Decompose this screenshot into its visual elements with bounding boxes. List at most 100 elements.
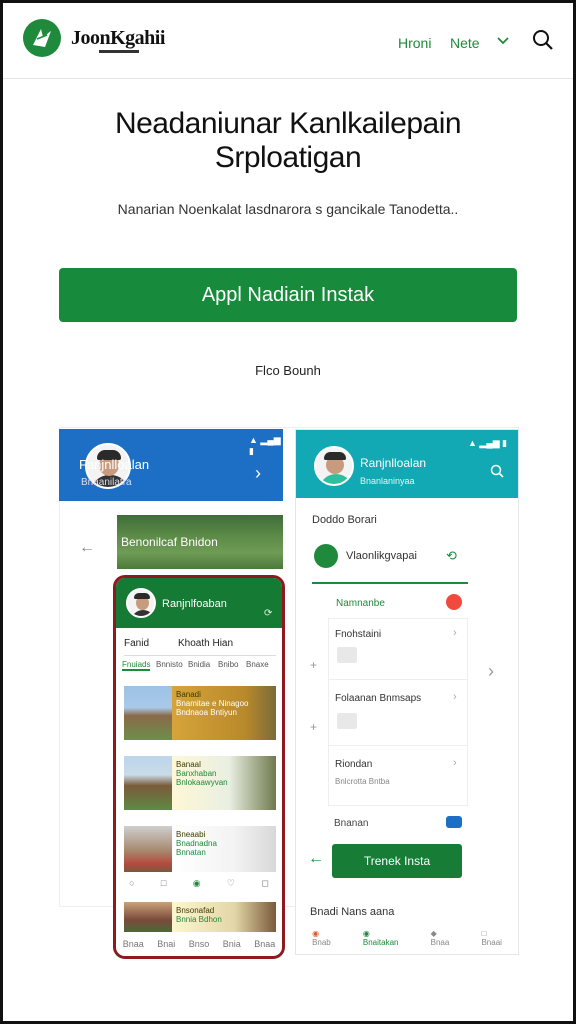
back-arrow-icon[interactable]: ← <box>308 850 324 868</box>
brand-logo-icon[interactable] <box>23 19 61 57</box>
chevron-down-icon[interactable] <box>496 33 510 52</box>
feed-line: Bnlokaawyvan <box>176 778 228 787</box>
secondary-link[interactable]: Flco Bounh <box>3 363 573 378</box>
avatar <box>126 588 156 618</box>
feed-thumbnail <box>124 686 172 740</box>
plus-icon[interactable]: + <box>310 658 317 672</box>
chevron-right-icon[interactable]: › <box>453 757 457 769</box>
feed-line: Bnamitae e Ninagoo <box>176 699 249 708</box>
nav-label[interactable]: Bnaa <box>123 939 144 949</box>
feed-title: Banadi <box>176 690 201 699</box>
nav-icon[interactable]: ♡ <box>227 878 235 889</box>
install-button[interactable]: Trenek Insta <box>332 844 462 878</box>
list-item-sub: Bnlcrotta Bntba <box>335 777 390 786</box>
nav-icon[interactable]: ◻ <box>261 878 268 889</box>
brand-logo-icon <box>314 544 338 568</box>
install-cta-button[interactable]: Appl Nadiain Instak <box>59 268 517 322</box>
brand-underline <box>99 50 139 53</box>
status-bar-icons: ▲ ▂▄▆ ▮ <box>249 435 281 456</box>
feed-thumbnail <box>124 756 172 810</box>
badge-icon <box>446 816 462 828</box>
feed-line: Bnnia Bdhon <box>176 915 222 924</box>
nav-home-link[interactable]: Hroni <box>398 35 431 51</box>
left-card-subtitle: Bnaanilatra <box>81 477 132 488</box>
right-card-subtitle: Bnanlaninyaa <box>360 476 415 486</box>
nav-label[interactable]: Bnaa <box>254 939 275 949</box>
bottom-label: Bnanan <box>334 818 369 829</box>
phone-tabs: Fanid Khoath Hian <box>124 638 276 656</box>
subtab[interactable]: Fnuiads <box>122 660 151 671</box>
chevron-right-icon[interactable]: › <box>453 691 457 703</box>
list-item[interactable]: Banaal Banxhaban Bnlokaawyvan <box>124 756 276 810</box>
subtab[interactable]: Bnnisto <box>156 660 183 669</box>
list-item-label[interactable]: Riondan <box>335 759 372 770</box>
right-card-name: Ranjnlloalan <box>360 456 427 470</box>
feed-card: Banadi Bnamitae e Ninagoo Bndnaoa Bntiyu… <box>172 686 276 740</box>
footer-title: Bnadi Nans aana <box>310 906 395 918</box>
chevron-right-icon[interactable]: › <box>488 661 494 682</box>
feed-card: Banaal Banxhaban Bnlokaawyvan <box>172 756 276 810</box>
notification-dot-icon <box>446 594 462 610</box>
phone-bottom-nav: Bnaa Bnai Bnso Bnia Bnaa <box>116 933 282 955</box>
feed-title: Bnsonafad <box>176 906 215 915</box>
subtab[interactable]: Bnidia <box>188 660 210 669</box>
nav-label: Bnaa <box>430 938 450 947</box>
tab-feed[interactable]: Fanid <box>124 638 149 649</box>
search-icon[interactable] <box>532 29 554 56</box>
nav-item[interactable]: □ Bnaai <box>481 929 501 947</box>
hero-subtitle: Nanarian Noenkalat lasdnarora s gancikal… <box>117 201 459 217</box>
avatar <box>314 446 354 486</box>
brand-row-label: Vlaonlikgvapai <box>346 550 417 562</box>
section-divider <box>312 582 468 584</box>
thumbnail-placeholder <box>337 647 357 663</box>
plus-icon[interactable]: + <box>310 720 317 734</box>
list-box: Fnohstaini › Folaanan Bnmsaps › Riondan … <box>328 618 468 806</box>
feed-line: Bndnaoa Bntiyun <box>176 708 237 717</box>
nav-item[interactable]: ◆ Bnaa <box>431 929 450 947</box>
phone-header: Ranjnlfoaban ⟳ <box>116 578 282 628</box>
nav-label[interactable]: Bnai <box>157 939 175 949</box>
phone-subtabs: Fnuiads Bnnisto Bnidia Bnibo Bnaxe <box>122 660 278 674</box>
right-card-header: ▲ ▂▄▆ ▮ Ranjnlloalan Bnanlaninyaa <box>296 430 518 498</box>
nav-label: Bnaai <box>481 938 502 947</box>
hero-title: Neadaniunar Kanlkailepain Srploatigan <box>3 107 573 175</box>
nav-icon[interactable]: □ <box>161 878 166 888</box>
list-item[interactable]: Banadi Bnamitae e Ninagoo Bndnaoa Bntiyu… <box>124 686 276 740</box>
refresh-icon[interactable]: ⟳ <box>264 608 272 619</box>
nav-item[interactable]: ◉ Bnaitakan <box>363 929 399 947</box>
feed-thumbnail <box>124 902 172 932</box>
thumbnail-placeholder <box>337 713 357 729</box>
nav-more-link[interactable]: Nete <box>450 35 480 51</box>
subtab[interactable]: Bnaxe <box>246 660 269 669</box>
tab-hian[interactable]: Khoath Hian <box>178 638 233 649</box>
subtab[interactable]: Bnibo <box>218 660 238 669</box>
list-item[interactable]: Bnsonafad Bnnia Bdhon <box>124 902 276 932</box>
list-item-label[interactable]: Folaanan Bnmsaps <box>335 693 421 704</box>
search-icon[interactable] <box>490 464 504 483</box>
right-card: ▲ ▂▄▆ ▮ Ranjnlloalan Bnanlaninyaa Doddo … <box>295 429 519 955</box>
status-bar-icons: ▲ ▂▄▆ ▮ <box>468 438 508 448</box>
top-header: JoonKgahii Hroni Nete <box>3 3 573 79</box>
hero-title-line2: Srploatigan <box>214 141 362 174</box>
nav-item[interactable]: ◉ Bnab <box>312 929 331 947</box>
feed-title: Banaal <box>176 760 201 769</box>
phone-mockup: Ranjnlfoaban ⟳ Fanid Khoath Hian Fnuiads… <box>113 575 285 959</box>
chevron-right-icon[interactable]: › <box>255 463 261 484</box>
nav-label[interactable]: Bnso <box>189 939 210 949</box>
green-label: Namnanbe <box>336 598 385 609</box>
chevron-right-icon[interactable]: › <box>453 627 457 639</box>
feed-card: Bnsonafad Bnnia Bdhon <box>172 902 276 932</box>
hero-title-line1: Neadaniunar Kanlkailepain <box>114 107 462 140</box>
nav-label: Bnab <box>312 938 331 947</box>
brand-name[interactable]: JoonKgahii <box>71 27 165 50</box>
back-arrow-icon[interactable]: ← <box>79 539 95 557</box>
feed-line: Bnadnadna <box>176 839 217 848</box>
nav-icon[interactable]: ◉ <box>193 878 201 889</box>
nav-icon[interactable]: ○ <box>129 878 134 888</box>
feed-line: Bnnatan <box>176 848 206 857</box>
banner-image: Benonilcaf Bnidon <box>117 515 283 569</box>
list-item-label[interactable]: Fnohstaini <box>335 629 381 640</box>
link-icon[interactable]: ⟲ <box>446 548 457 564</box>
nav-label[interactable]: Bnia <box>223 939 241 949</box>
feed-line: Banxhaban <box>176 769 217 778</box>
